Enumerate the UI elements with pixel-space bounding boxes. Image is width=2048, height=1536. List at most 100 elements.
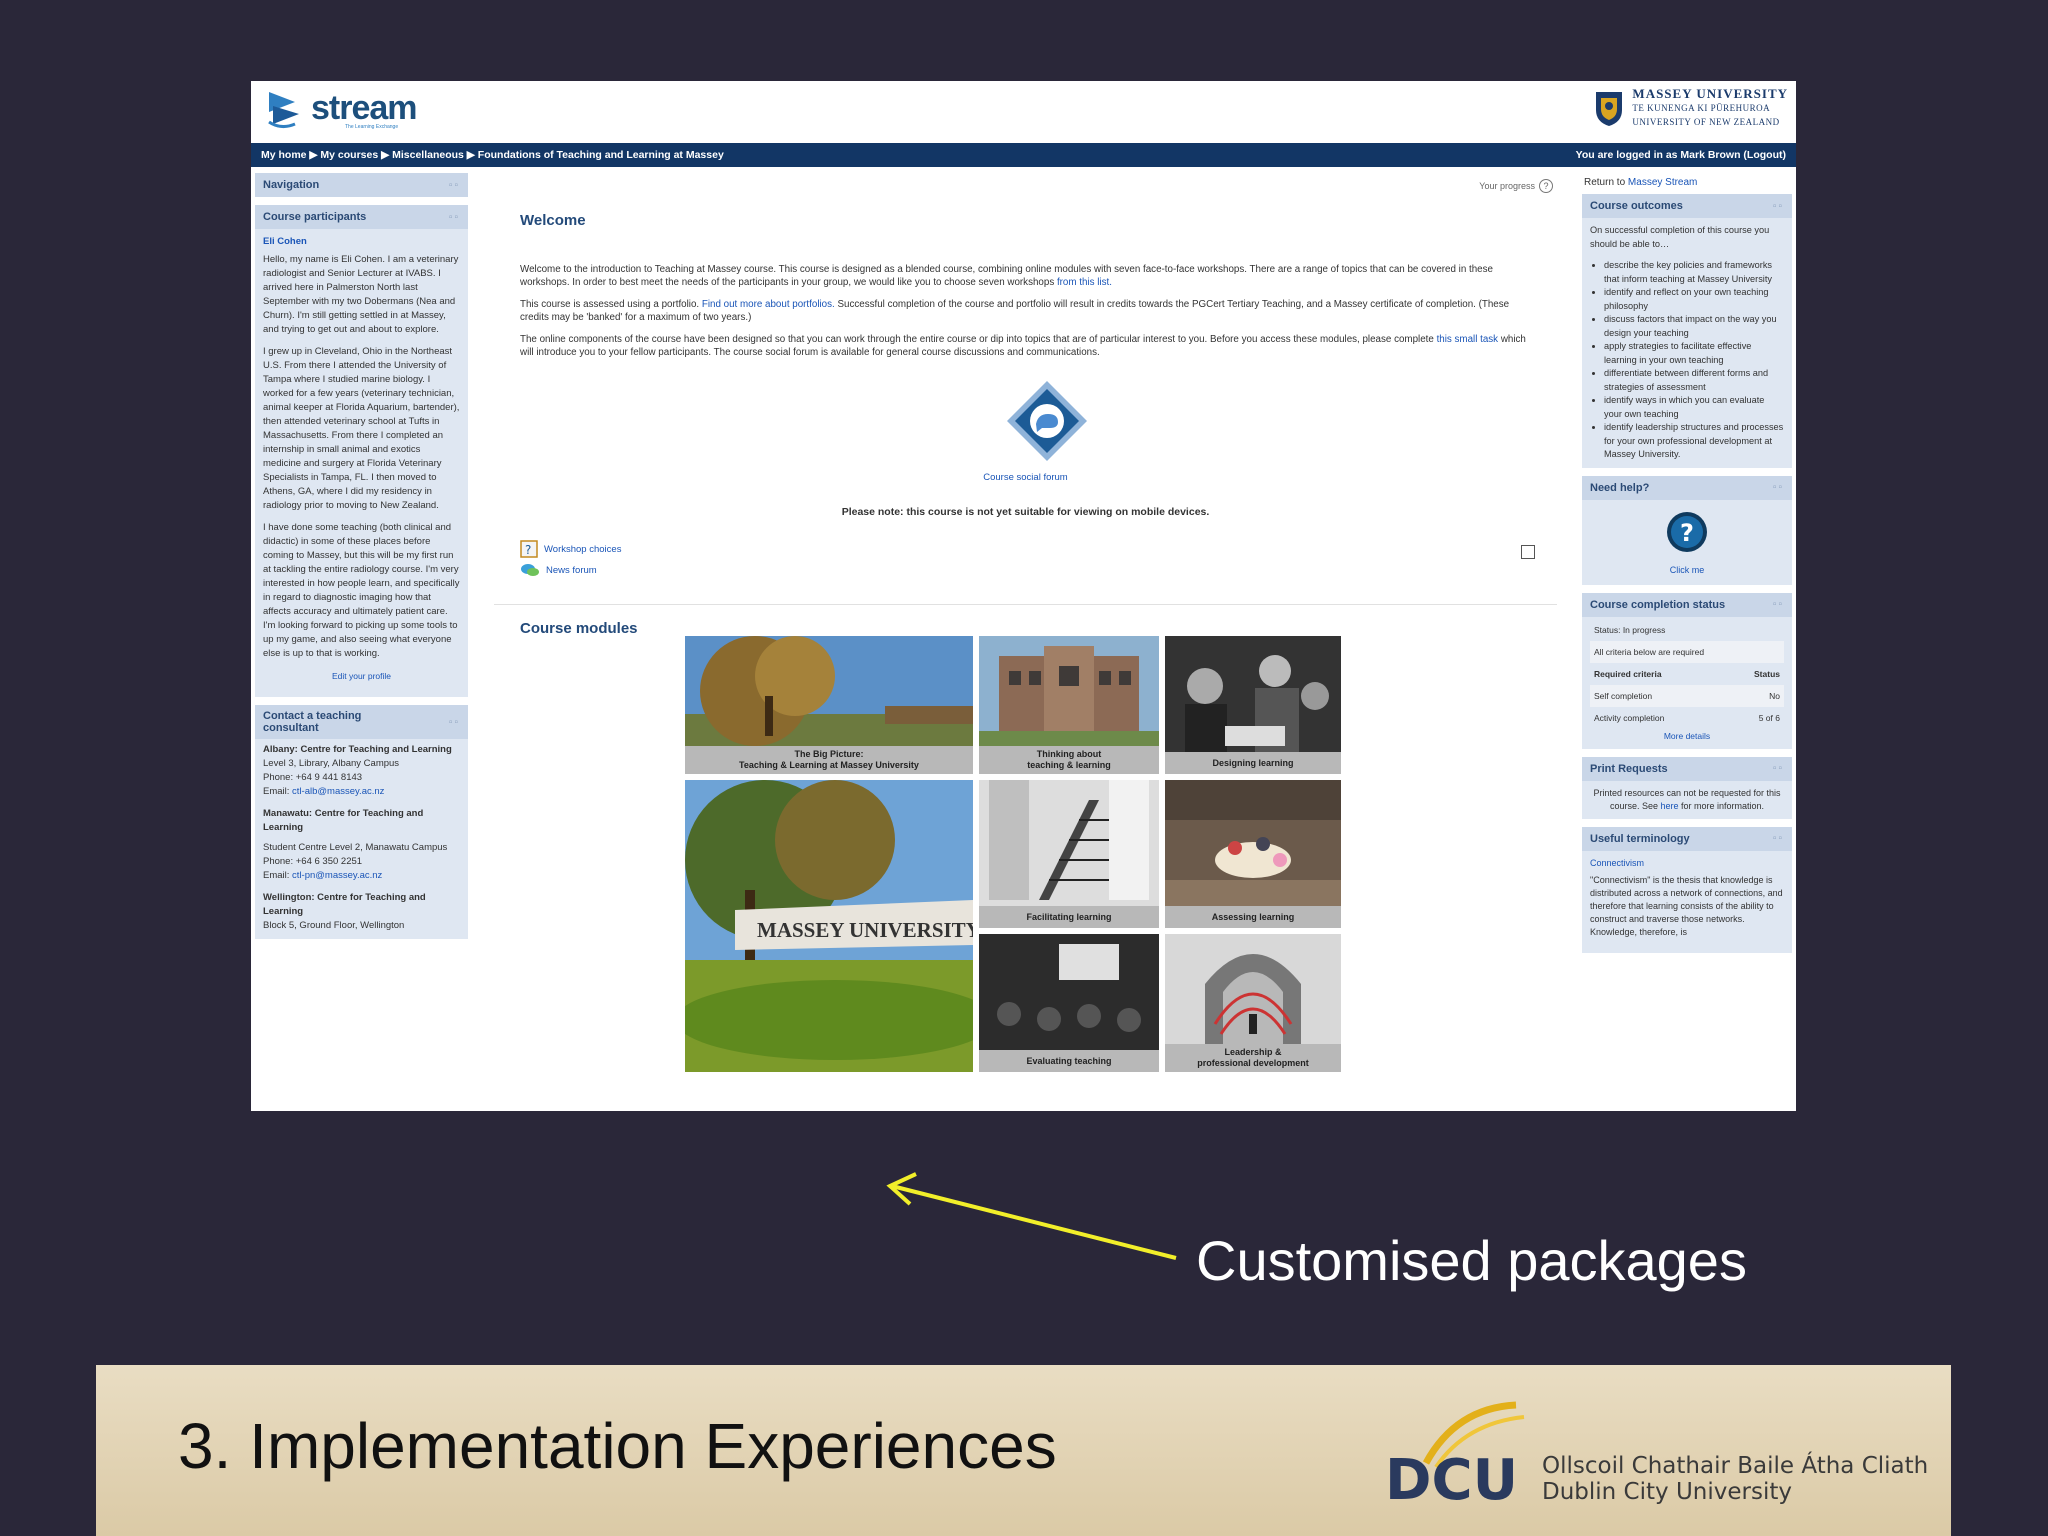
- participants-title: Course participants: [263, 211, 367, 223]
- return-prefix: Return to: [1584, 177, 1628, 188]
- contact-title: Contact a teaching consultant: [263, 710, 362, 734]
- completion-block: Course completion status ▫▫ Status: In p…: [1582, 592, 1792, 749]
- workshop-choices-activity[interactable]: ? Workshop choices: [520, 540, 621, 558]
- dcu-irish-name: Ollscoil Chathair Baile Átha Cliath: [1542, 1453, 1929, 1479]
- navigation-block-header[interactable]: Navigation ▫▫: [255, 173, 468, 197]
- welcome-paragraph-2a: This course is assessed using a portfoli…: [520, 299, 702, 310]
- block-controls-icon[interactable]: ▫▫: [449, 180, 460, 191]
- module-caption: Assessing learning: [1165, 906, 1341, 928]
- block-controls-icon[interactable]: ▫▫: [1773, 599, 1784, 610]
- workshop-list-link[interactable]: from this list.: [1057, 277, 1112, 288]
- block-controls-icon[interactable]: ▫▫: [449, 717, 460, 728]
- print-text-b: for more information.: [1678, 800, 1765, 811]
- module-caption: Leadership & professional development: [1165, 1044, 1341, 1072]
- outcomes-block-header[interactable]: Course outcomes ▫▫: [1582, 194, 1792, 218]
- news-forum-link[interactable]: News forum: [546, 565, 597, 576]
- completion-title: Course completion status: [1590, 598, 1726, 611]
- block-controls-icon[interactable]: ▫▫: [1773, 201, 1784, 212]
- criteria-value: No: [1769, 690, 1780, 701]
- participants-block: Course participants ▫▫ Eli Cohen Hello, …: [255, 205, 468, 697]
- manawatu-phone: Phone: +64 6 350 2251: [263, 856, 363, 867]
- massey-sign-photo: MASSEY UNIVERSITY: [685, 780, 973, 1072]
- module-tile-assessing[interactable]: Assessing learning: [1165, 780, 1341, 928]
- social-forum-icon[interactable]: [1004, 378, 1090, 464]
- completion-block-header[interactable]: Course completion status ▫▫: [1582, 592, 1792, 617]
- block-controls-icon[interactable]: ▫▫: [449, 212, 460, 223]
- terminology-title: Useful terminology: [1590, 832, 1690, 845]
- svg-text:?: ?: [525, 543, 531, 557]
- participant-name[interactable]: Eli Cohen: [263, 235, 460, 249]
- click-me-link[interactable]: Click me: [1582, 563, 1792, 577]
- slide-footer: 3. Implementation Experiences DCU Ollsco…: [96, 1365, 1951, 1536]
- terminology-block-header[interactable]: Useful terminology ▫▫: [1582, 826, 1792, 851]
- svg-text:?: ?: [1680, 519, 1694, 547]
- mobile-note: Please note: this course is not yet suit…: [841, 506, 1210, 518]
- edit-profile-link[interactable]: Edit your profile: [263, 669, 460, 683]
- small-task-link[interactable]: this small task: [1437, 334, 1499, 345]
- contact-block-header[interactable]: Contact a teaching consultant ▫▫: [255, 705, 468, 739]
- term-name[interactable]: Connectivism: [1590, 857, 1784, 870]
- albany-address: Level 3, Library, Albany Campus: [263, 758, 400, 769]
- welcome-section: Welcome Welcome to the introduction to T…: [494, 205, 1557, 605]
- module-caption: Evaluating teaching: [979, 1050, 1159, 1072]
- outcome-item: discuss factors that impact on the way y…: [1604, 313, 1784, 340]
- help-block: Need help? ▫▫ ? Click me: [1582, 475, 1792, 585]
- outcome-item: apply strategies to facilitate effective…: [1604, 340, 1784, 367]
- progress-indicator[interactable]: Your progress ?: [1479, 179, 1553, 193]
- term-definition: "Connectivism" is the thesis that knowle…: [1590, 874, 1783, 937]
- annotation-arrow: [886, 1172, 1177, 1260]
- outcomes-title: Course outcomes: [1590, 200, 1683, 212]
- workshop-choices-link[interactable]: Workshop choices: [544, 544, 621, 555]
- outcome-item: differentiate between different forms an…: [1604, 367, 1784, 394]
- news-forum-activity[interactable]: News forum: [520, 562, 597, 578]
- stream-logo[interactable]: stream The Learning Exchange: [265, 86, 418, 132]
- criteria-label: Self completion: [1594, 690, 1653, 701]
- module-tile-leadership[interactable]: Leadership & professional development: [1165, 934, 1341, 1072]
- module-tile-designing[interactable]: Designing learning: [1165, 636, 1341, 774]
- print-block-header[interactable]: Print Requests ▫▫: [1582, 756, 1792, 781]
- wellington-address: Block 5, Ground Floor, Wellington: [263, 920, 405, 931]
- question-mark-icon[interactable]: ?: [1665, 510, 1709, 554]
- wellington-heading: Wellington: Centre for Teaching and Lear…: [263, 892, 426, 917]
- contact-block: Contact a teaching consultant ▫▫ Albany:…: [255, 705, 468, 939]
- login-info[interactable]: You are logged in as Mark Brown (Logout): [1576, 149, 1786, 161]
- module-caption: The Big Picture: Teaching & Learning at …: [685, 746, 973, 774]
- help-icon[interactable]: ?: [1539, 179, 1553, 193]
- module-tile-massey-sign[interactable]: MASSEY UNIVERSITY: [685, 780, 973, 1072]
- massey-stream-link[interactable]: Massey Stream: [1628, 177, 1697, 188]
- massey-logo[interactable]: MASSEY UNIVERSITY TE KUNENGA KI PŪREHURO…: [1592, 87, 1788, 129]
- breadcrumb-bar: My home ▶ My courses ▶ Miscellaneous ▶ F…: [251, 143, 1796, 167]
- outcomes-block: Course outcomes ▫▫ On successful complet…: [1582, 194, 1792, 468]
- criteria-label: Activity completion: [1594, 712, 1665, 723]
- course-modules-title: Course modules: [520, 620, 638, 637]
- participants-block-header[interactable]: Course participants ▫▫: [255, 205, 468, 229]
- module-tile-thinking[interactable]: Thinking about teaching & learning: [979, 636, 1159, 774]
- dcu-abbreviation: DCU: [1385, 1448, 1519, 1513]
- manawatu-email-link[interactable]: ctl-pn@massey.ac.nz: [292, 870, 382, 881]
- block-controls-icon[interactable]: ▫▫: [1773, 833, 1784, 844]
- print-here-link[interactable]: here: [1660, 801, 1678, 811]
- albany-email-link[interactable]: ctl-alb@massey.ac.nz: [292, 786, 384, 797]
- breadcrumb[interactable]: My home ▶ My courses ▶ Miscellaneous ▶ F…: [261, 149, 724, 161]
- outcome-item: identify ways in which you can evaluate …: [1604, 394, 1784, 421]
- albany-email-label: Email:: [263, 786, 293, 797]
- module-tile-big-picture[interactable]: The Big Picture: Teaching & Learning at …: [685, 636, 973, 774]
- print-title: Print Requests: [1590, 762, 1668, 775]
- module-tile-facilitating[interactable]: Facilitating learning: [979, 780, 1159, 928]
- module-tile-evaluating[interactable]: Evaluating teaching: [979, 934, 1159, 1072]
- block-controls-icon[interactable]: ▫▫: [1773, 763, 1784, 774]
- portfolios-link[interactable]: Find out more about portfolios.: [702, 299, 835, 310]
- print-block: Print Requests ▫▫ Printed resources can …: [1582, 756, 1792, 819]
- dcu-english-name: Dublin City University: [1542, 1479, 1792, 1505]
- more-details-link[interactable]: More details: [1590, 729, 1784, 743]
- block-controls-icon[interactable]: ▫▫: [1773, 482, 1784, 493]
- completion-checkbox[interactable]: [1521, 545, 1535, 559]
- criteria-row: Self completion No: [1590, 684, 1784, 707]
- logo-text: stream: [311, 88, 418, 127]
- course-main: Your progress ? Welcome Welcome to the i…: [476, 173, 1571, 1111]
- help-block-header[interactable]: Need help? ▫▫: [1582, 475, 1792, 500]
- manawatu-heading: Manawatu: Centre for Teaching and Learni…: [263, 808, 424, 833]
- welcome-text: Welcome to the introduction to Teaching …: [520, 263, 1527, 368]
- social-forum-link[interactable]: Course social forum: [494, 472, 1557, 483]
- massey-maori-name: TE KUNENGA KI PŪREHUROA: [1632, 103, 1771, 113]
